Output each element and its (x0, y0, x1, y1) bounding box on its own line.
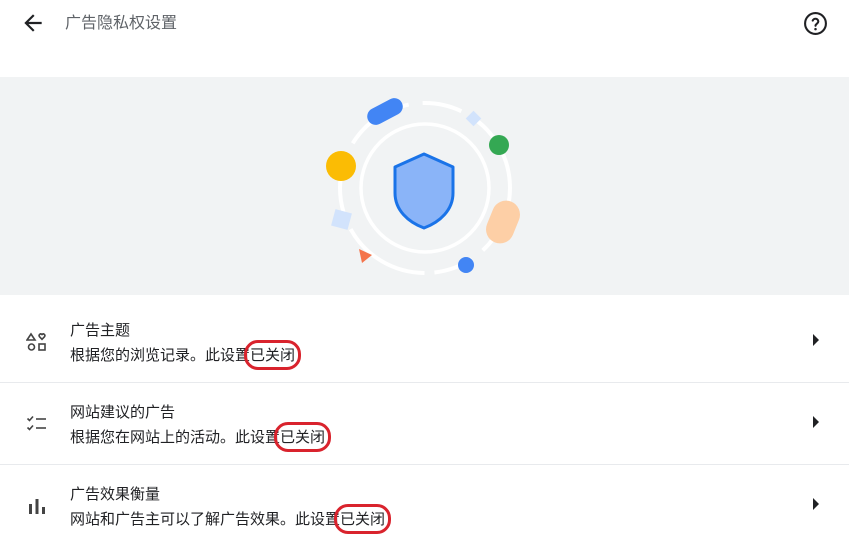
bar-chart-icon (29, 499, 45, 514)
setting-description: 根据您的浏览记录。此设置已关闭 (70, 340, 302, 370)
chevron-right-icon (813, 498, 819, 510)
privacy-shield-illustration (326, 98, 520, 275)
hero-banner (0, 77, 849, 295)
setting-description-text: 根据您的浏览记录。此设置 (70, 346, 251, 364)
status-badge: 已关闭 (274, 422, 332, 452)
setting-title: 广告效果衡量 (70, 485, 161, 503)
topics-shapes-icon (26, 332, 46, 351)
status-badge: 已关闭 (244, 340, 302, 370)
page-header: 广告隐私权设置 (0, 0, 849, 46)
status-badge: 已关闭 (334, 504, 392, 534)
setting-description: 网站和广告主可以了解广告效果。此设置已关闭 (70, 504, 392, 534)
setting-row-ad-measurement[interactable]: 广告效果衡量 网站和广告主可以了解广告效果。此设置已关闭 (0, 465, 849, 545)
shield-icon (393, 152, 455, 230)
setting-title: 广告主题 (70, 321, 131, 339)
chevron-right-icon (813, 334, 819, 346)
checklist-icon (26, 415, 46, 431)
help-circle-icon[interactable] (803, 11, 828, 36)
chevron-right-icon (813, 416, 819, 428)
arrow-back-icon[interactable] (20, 10, 46, 36)
page-title: 广告隐私权设置 (65, 13, 178, 32)
setting-description-text: 网站和广告主可以了解广告效果。此设置 (70, 510, 341, 528)
setting-title: 网站建议的广告 (70, 403, 176, 421)
setting-description: 根据您在网站上的活动。此设置已关闭 (70, 422, 332, 452)
setting-description-text: 根据您在网站上的活动。此设置 (70, 428, 281, 446)
setting-row-site-suggested-ads[interactable]: 网站建议的广告 根据您在网站上的活动。此设置已关闭 (0, 383, 849, 463)
setting-row-ad-topics[interactable]: 广告主题 根据您的浏览记录。此设置已关闭 (0, 301, 849, 381)
